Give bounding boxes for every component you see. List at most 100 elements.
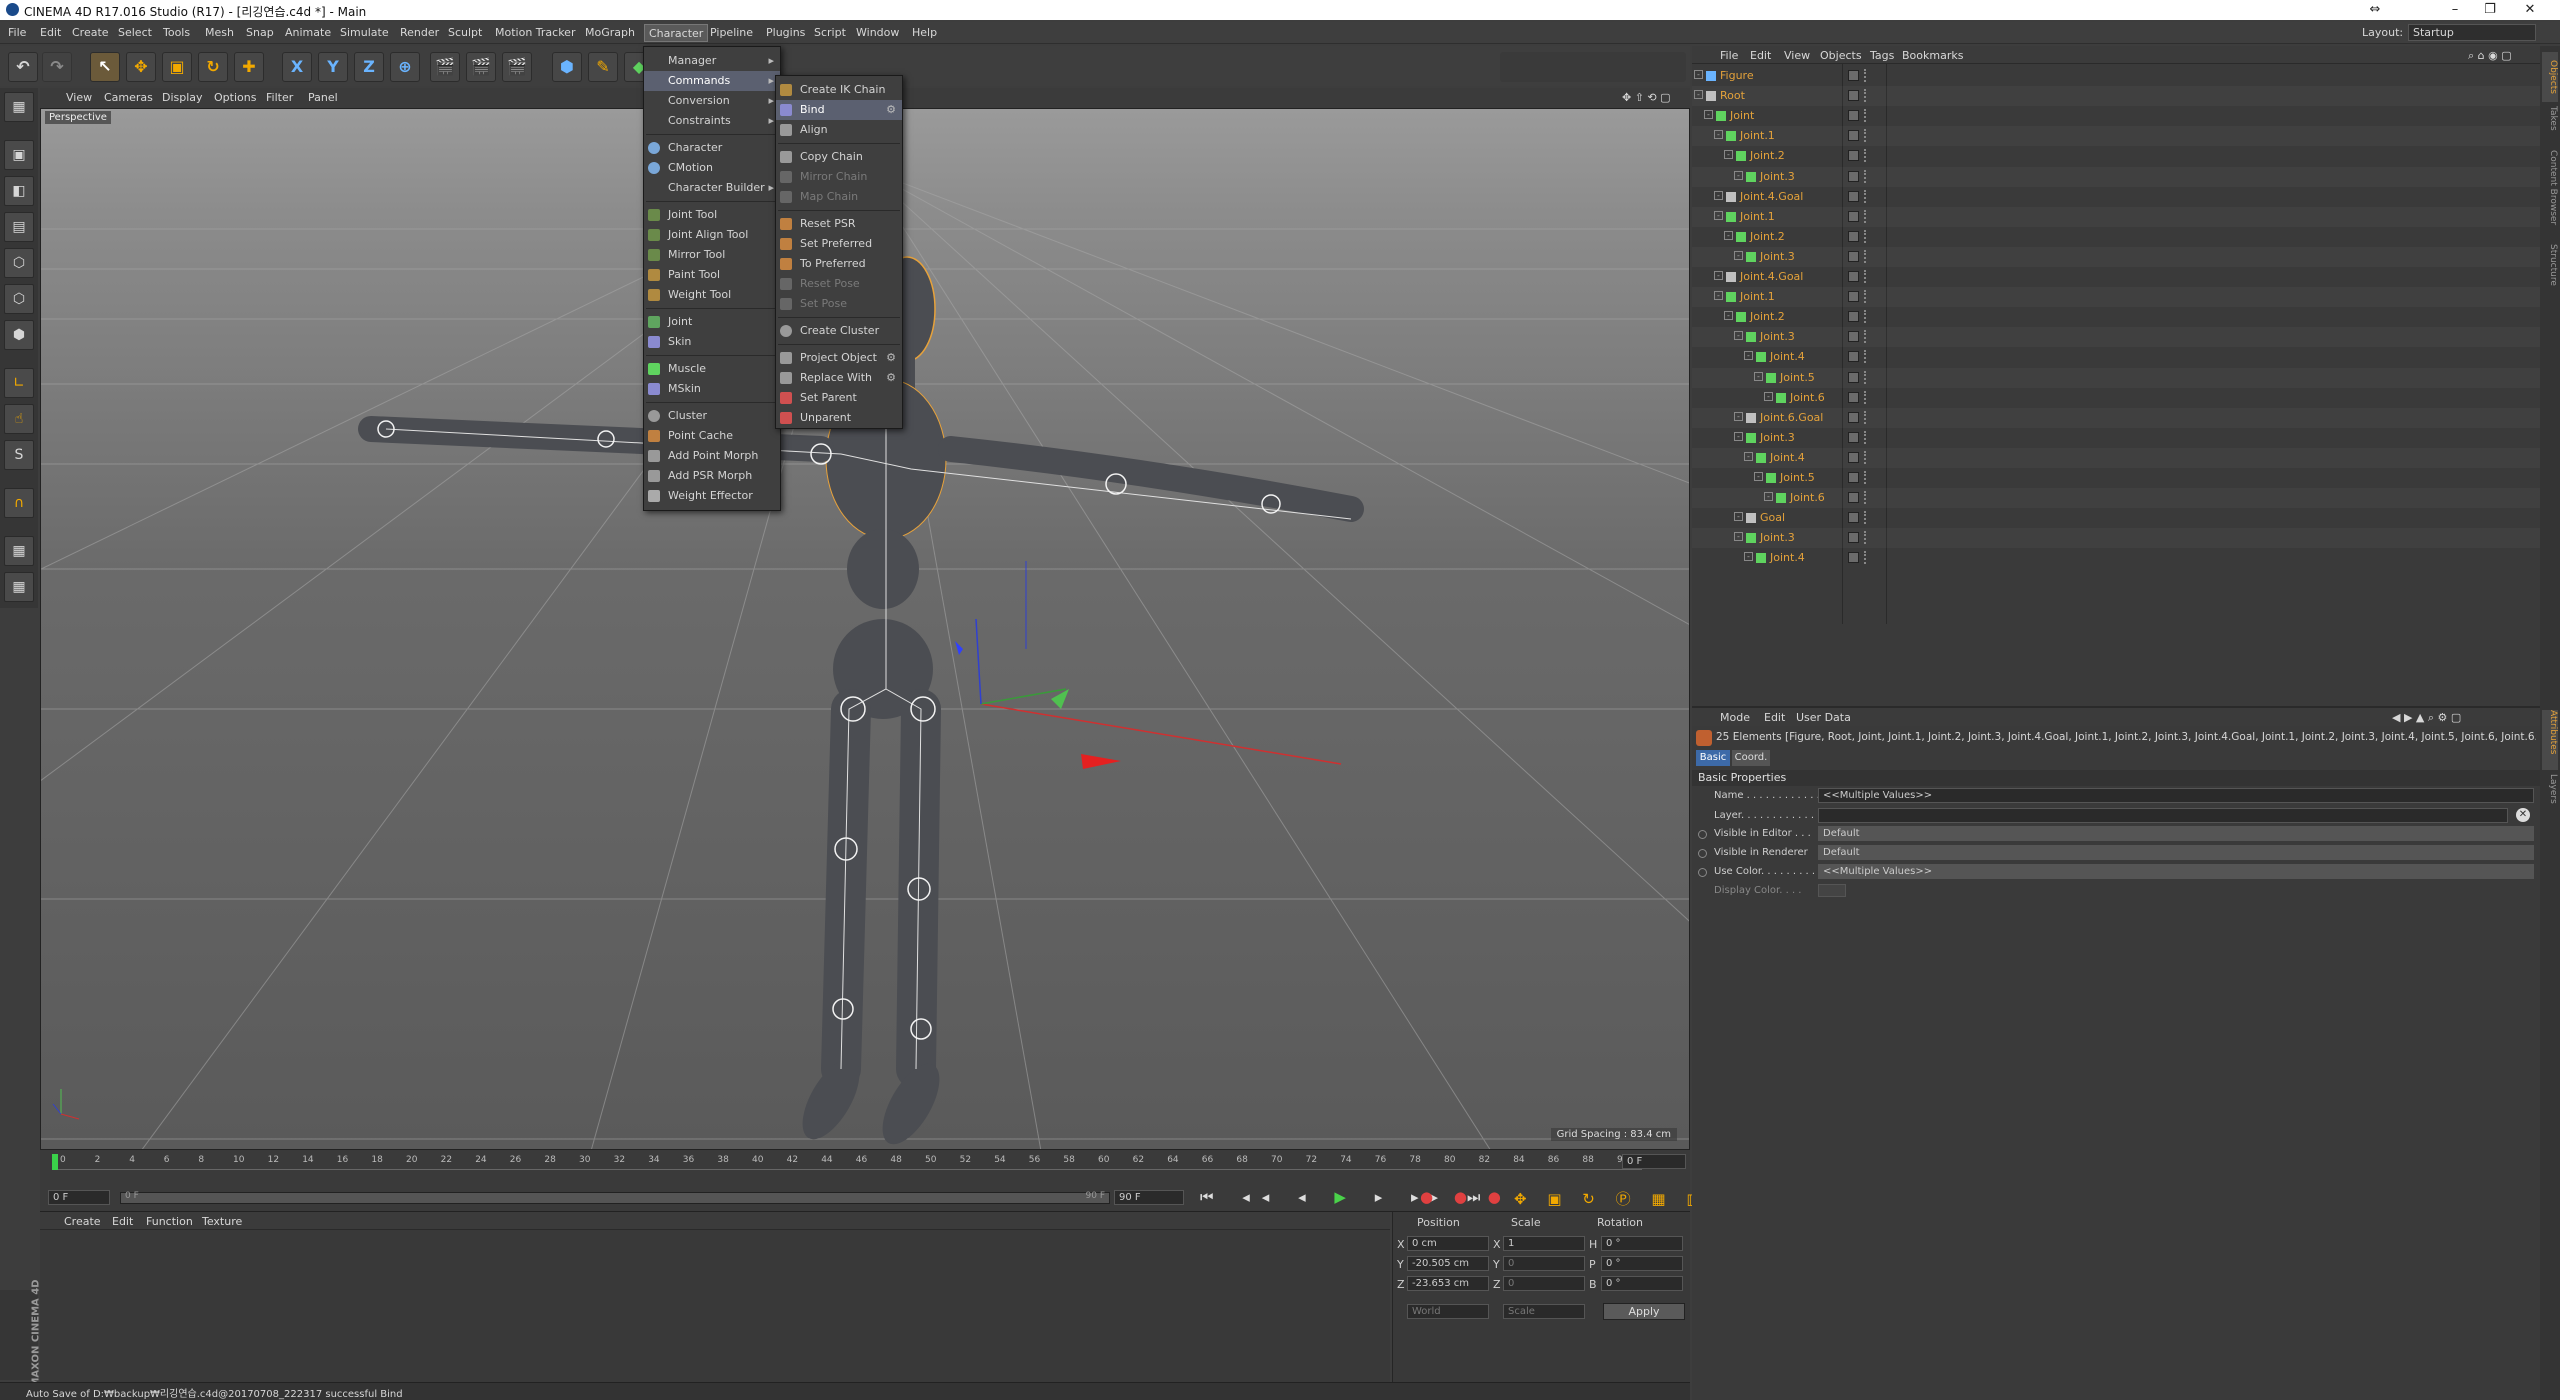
visibility-check-icon[interactable]	[1848, 271, 1859, 282]
expand-toggle-icon[interactable]: -	[1734, 331, 1743, 341]
om-menu-objects[interactable]: Objects	[1820, 49, 1862, 62]
points-mode-icon[interactable]: ⬡	[4, 248, 34, 278]
expand-toggle-icon[interactable]: -	[1714, 130, 1723, 140]
menu-render[interactable]: Render	[400, 26, 439, 39]
menu-window[interactable]: Window	[856, 26, 899, 39]
rotate-tool-icon[interactable]: ↻	[198, 52, 228, 82]
attr-menu-user-data[interactable]: User Data	[1796, 711, 1851, 724]
use-color-select[interactable]: <<Multiple Values>>	[1818, 864, 2534, 879]
expand-toggle-icon[interactable]: -	[1754, 371, 1763, 381]
viewport-camera-label[interactable]: Perspective	[45, 111, 111, 124]
visibility-check-icon[interactable]	[1848, 170, 1859, 182]
expand-toggle-icon[interactable]: -	[1724, 311, 1733, 321]
expand-toggle-icon[interactable]: -	[1694, 70, 1703, 79]
viewport-nav-icons[interactable]: ✥ ⇧ ⟲ ▢	[1622, 91, 1671, 104]
material-menu-edit[interactable]: Edit	[112, 1215, 133, 1228]
menu-animate[interactable]: Animate	[285, 26, 331, 39]
visibility-check-icon[interactable]	[1848, 411, 1859, 423]
editor-render-dots-icon[interactable]	[1864, 89, 1867, 103]
menu-tools[interactable]: Tools	[163, 26, 190, 39]
object-row[interactable]: - Joint.3	[1692, 247, 2540, 267]
playhead-marker[interactable]	[52, 1154, 58, 1170]
object-row[interactable]: - Joint.3	[1692, 167, 2540, 187]
attr-menu-mode[interactable]: Mode	[1720, 711, 1750, 724]
cmd-bind[interactable]: Bind ⚙	[776, 100, 902, 120]
visibility-check-icon[interactable]	[1848, 190, 1859, 202]
character-menu-add-psr-morph[interactable]: Add PSR Morph	[644, 466, 780, 486]
material-menu-create[interactable]: Create	[64, 1215, 101, 1228]
display-color-swatch[interactable]	[1818, 884, 1846, 897]
options-gear-icon[interactable]: ⚙	[886, 100, 896, 120]
cmd-create-ik-chain[interactable]: Create IK Chain	[776, 80, 902, 100]
menu-file[interactable]: File	[8, 26, 26, 39]
object-row[interactable]: - Joint.2	[1692, 227, 2540, 247]
editor-render-dots-icon[interactable]	[1864, 410, 1867, 424]
visibility-check-icon[interactable]	[1848, 371, 1859, 383]
editor-render-dots-icon[interactable]	[1864, 450, 1867, 464]
object-row[interactable]: - Goal	[1692, 508, 2540, 528]
expand-toggle-icon[interactable]: -	[1754, 472, 1763, 481]
polygons-mode-icon[interactable]: ⬢	[4, 320, 34, 350]
character-menu-commands[interactable]: Commands ▸	[644, 71, 780, 91]
object-row[interactable]: - Joint.5	[1692, 368, 2540, 388]
snapping-icon[interactable]: S	[4, 440, 34, 470]
animate-radio-icon[interactable]	[1698, 868, 1707, 877]
scale-tool-icon[interactable]: ▣	[162, 52, 192, 82]
rotation-b-field[interactable]: 0 °	[1601, 1276, 1683, 1291]
rotation-p-field[interactable]: 0 °	[1601, 1256, 1683, 1271]
vp-menu-display[interactable]: Display	[162, 91, 203, 104]
menu-select[interactable]: Select	[118, 26, 152, 39]
expand-toggle-icon[interactable]: -	[1694, 90, 1703, 100]
character-menu-character[interactable]: Character	[644, 138, 780, 158]
tab-coord[interactable]: Coord.	[1732, 750, 1770, 766]
menu-edit[interactable]: Edit	[40, 26, 61, 39]
vp-menu-filter[interactable]: Filter	[266, 91, 293, 104]
visible-editor-select[interactable]: Default	[1818, 826, 2534, 841]
options-gear-icon[interactable]: ⚙	[886, 368, 896, 388]
z-axis-lock-button[interactable]: Z	[354, 52, 384, 82]
apply-button[interactable]: Apply	[1603, 1303, 1685, 1320]
object-row[interactable]: - Joint.4.Goal	[1692, 187, 2540, 207]
coordinate-system-icon[interactable]: ⊕	[390, 52, 420, 82]
cmd-replace-with[interactable]: Replace With ⚙	[776, 368, 902, 388]
scale-z-field[interactable]: 0	[1503, 1276, 1585, 1291]
lock-workplane-icon[interactable]: ▦	[4, 536, 34, 566]
editor-render-dots-icon[interactable]	[1864, 270, 1867, 283]
editor-render-dots-icon[interactable]	[1864, 189, 1867, 203]
animate-radio-icon[interactable]	[1698, 830, 1707, 839]
expand-toggle-icon[interactable]: -	[1724, 150, 1733, 160]
visibility-check-icon[interactable]	[1848, 331, 1859, 343]
object-row[interactable]: - Joint.6	[1692, 488, 2540, 508]
start-frame-field[interactable]: 0 F	[48, 1190, 110, 1205]
character-menu-constraints[interactable]: Constraints ▸	[644, 111, 780, 131]
scale-x-field[interactable]: 1	[1503, 1236, 1585, 1251]
recent-tools-icon[interactable]: ✚	[234, 52, 264, 82]
editor-render-dots-icon[interactable]	[1864, 471, 1867, 484]
menu-mograph[interactable]: MoGraph	[585, 26, 635, 39]
editor-render-dots-icon[interactable]	[1864, 69, 1867, 82]
object-row[interactable]: - Joint.4	[1692, 548, 2540, 568]
expand-toggle-icon[interactable]: -	[1764, 492, 1773, 502]
menu-plugins[interactable]: Plugins	[766, 26, 805, 39]
visibility-check-icon[interactable]	[1848, 291, 1859, 303]
attr-nav-icons[interactable]: ◀ ▶ ▲ ⌕ ⚙ ▢	[2392, 711, 2461, 725]
name-field[interactable]: <<Multiple Values>>	[1818, 788, 2534, 803]
end-frame-field[interactable]: 90 F	[1114, 1190, 1184, 1205]
visibility-check-icon[interactable]	[1848, 532, 1859, 544]
editor-render-dots-icon[interactable]	[1864, 109, 1867, 123]
texture-mode-icon[interactable]: ◧	[4, 176, 34, 206]
visibility-check-icon[interactable]	[1848, 512, 1859, 524]
visibility-check-icon[interactable]	[1848, 250, 1859, 262]
expand-toggle-icon[interactable]: -	[1714, 190, 1723, 200]
editor-render-dots-icon[interactable]	[1864, 390, 1867, 404]
workplane-mode-icon[interactable]: ▤	[4, 212, 34, 242]
object-row[interactable]: - Joint.3	[1692, 528, 2540, 548]
menu-script[interactable]: Script	[814, 26, 846, 39]
object-row[interactable]: - Joint.1	[1692, 126, 2540, 146]
layout-select[interactable]: Startup	[2408, 24, 2536, 41]
position-y-field[interactable]: -20.505 cm	[1407, 1256, 1489, 1271]
side-tab-attributes[interactable]: Attributes	[2542, 710, 2558, 770]
visibility-check-icon[interactable]	[1848, 210, 1859, 222]
tab-basic[interactable]: Basic	[1696, 750, 1730, 766]
cmd-reset-psr[interactable]: Reset PSR	[776, 214, 902, 234]
